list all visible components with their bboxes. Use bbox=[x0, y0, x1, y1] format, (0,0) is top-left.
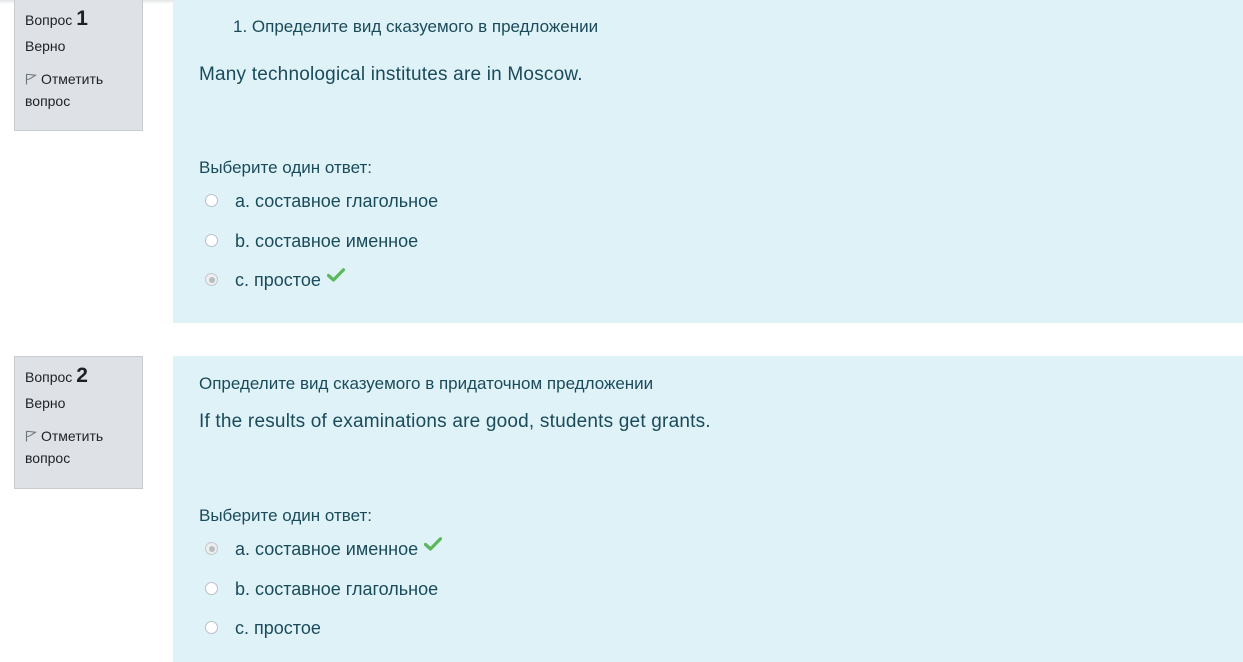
flag-outline-icon bbox=[25, 430, 37, 442]
answer-label: a. составное глагольное bbox=[235, 191, 439, 211]
flag-question-link[interactable]: Отметить вопрос bbox=[25, 68, 132, 112]
question-sentence: Many technological institutes are in Mos… bbox=[199, 64, 583, 85]
answer-radio[interactable] bbox=[205, 194, 218, 207]
question-content: Определите вид сказуемого в придаточном … bbox=[173, 356, 1243, 662]
answer-list: a. составное глагольное b. составное име… bbox=[205, 189, 438, 308]
question-state: Верно bbox=[25, 38, 66, 54]
question-number: Вопрос 1 bbox=[25, 8, 132, 32]
question-label: Вопрос bbox=[25, 369, 73, 385]
answer-option[interactable]: a. составное именное bbox=[205, 537, 443, 577]
answer-option[interactable]: b. составное глагольное bbox=[205, 577, 442, 617]
flag-question-link[interactable]: Отметить вопрос bbox=[25, 425, 132, 469]
checkmark-icon bbox=[326, 268, 345, 282]
question-info: Вопрос 2 Верно Отметить вопрос bbox=[14, 356, 143, 489]
question-title: Определите вид сказуемого в придаточном … bbox=[199, 374, 654, 393]
answer-radio-selected[interactable] bbox=[205, 273, 218, 286]
answer-prompt: Выберите один ответ: bbox=[199, 158, 372, 177]
flag-outline-icon bbox=[25, 73, 37, 85]
question-number-value: 1 bbox=[76, 7, 88, 30]
question-1: Вопрос 1 Верно Отметить вопрос 1. Определ… bbox=[0, 0, 1243, 323]
question-info: Вопрос 1 Верно Отметить вопрос bbox=[14, 0, 143, 131]
question-title: 1. Определите вид сказуемого в предложен… bbox=[233, 17, 599, 36]
answer-label: c. простое bbox=[235, 270, 321, 290]
question-label: Вопрос bbox=[25, 12, 73, 28]
question-content: 1. Определите вид сказуемого в предложен… bbox=[173, 0, 1243, 323]
answer-label: a. составное именное bbox=[235, 539, 419, 559]
answer-option[interactable]: c. простое bbox=[205, 268, 438, 308]
answer-label: b. составное именное bbox=[235, 230, 419, 251]
question-2: Вопрос 2 Верно Отметить вопрос Определите… bbox=[0, 356, 1243, 662]
answer-option[interactable]: a. составное глагольное bbox=[205, 189, 438, 229]
question-number: Вопрос 2 bbox=[25, 365, 132, 389]
answer-radio[interactable] bbox=[205, 621, 218, 634]
answer-label: b. составное глагольное bbox=[235, 578, 439, 599]
answer-option[interactable]: b. составное именное bbox=[205, 229, 438, 269]
question-state: Верно bbox=[25, 395, 66, 411]
answer-label: c. простое bbox=[235, 618, 321, 638]
question-sentence: If the results of examinations are good,… bbox=[199, 411, 711, 432]
question-number-value: 2 bbox=[76, 364, 88, 387]
answer-radio[interactable] bbox=[205, 581, 218, 595]
answer-radio-selected[interactable] bbox=[205, 542, 218, 555]
answer-prompt: Выберите один ответ: bbox=[199, 506, 372, 525]
answer-list: a. составное именное b. составное глагол… bbox=[205, 537, 443, 656]
answer-radio[interactable] bbox=[205, 233, 218, 247]
checkmark-icon bbox=[424, 537, 443, 551]
answer-option[interactable]: c. простое bbox=[205, 616, 442, 656]
